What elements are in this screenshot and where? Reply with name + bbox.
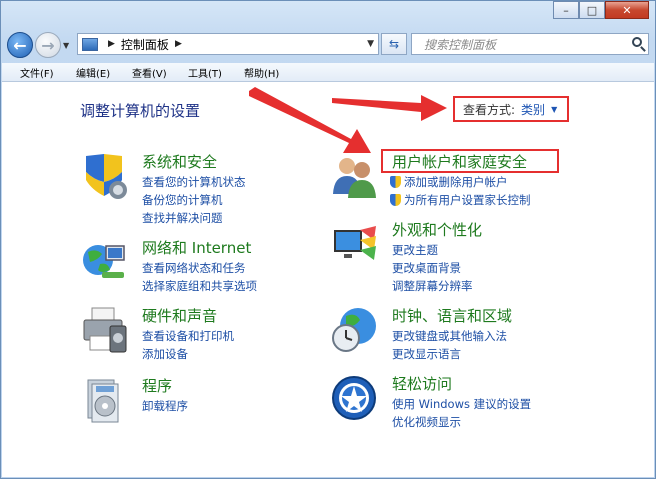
control-panel-icon: [82, 37, 98, 51]
accessibility-icon[interactable]: [330, 374, 378, 422]
users-icon[interactable]: [330, 152, 378, 200]
uac-shield-icon: [390, 176, 401, 188]
category-heading[interactable]: 外观和个性化: [392, 219, 482, 240]
category-link[interactable]: 使用 Windows 建议的设置: [392, 396, 531, 412]
address-dropdown-icon[interactable]: ▼: [367, 39, 374, 49]
caption-buttons: – □ ✕: [553, 1, 649, 19]
minimize-button[interactable]: –: [553, 1, 579, 19]
menu-help[interactable]: 帮助(H): [226, 65, 282, 80]
programs-icon[interactable]: [80, 376, 128, 424]
back-arrow-icon: ←: [13, 35, 27, 55]
category-link[interactable]: 添加或删除用户帐户: [390, 174, 508, 190]
breadcrumb-separator-icon[interactable]: ▶: [175, 39, 182, 49]
uac-shield-icon: [390, 194, 401, 206]
network-globe-icon[interactable]: [80, 238, 128, 286]
category-heading[interactable]: 轻松访问: [392, 373, 452, 394]
search-input[interactable]: 搜索控制面板: [411, 33, 649, 55]
category-heading[interactable]: 系统和安全: [142, 151, 217, 172]
category-link-text: 为所有用户设置家长控制: [404, 193, 531, 207]
category-link[interactable]: 调整屏幕分辨率: [392, 278, 473, 294]
category-link[interactable]: 备份您的计算机: [142, 192, 223, 208]
maximize-button[interactable]: □: [579, 1, 605, 19]
monitor-palette-icon[interactable]: [330, 220, 378, 268]
category-heading[interactable]: 硬件和声音: [142, 305, 217, 326]
page-title: 调整计算机的设置: [80, 102, 201, 120]
forward-button[interactable]: →: [35, 32, 61, 58]
category-link[interactable]: 查找并解决问题: [142, 210, 223, 226]
menu-edit[interactable]: 编辑(E): [58, 65, 114, 80]
category-link[interactable]: 查看网络状态和任务: [142, 260, 246, 276]
category-link-text: 添加或删除用户帐户: [404, 175, 508, 189]
category-link[interactable]: 添加设备: [142, 346, 188, 362]
view-by-dropdown-icon[interactable]: ▼: [551, 105, 557, 114]
category-link[interactable]: 查看设备和打印机: [142, 328, 234, 344]
clock-globe-icon[interactable]: [330, 306, 378, 354]
printer-icon[interactable]: [80, 306, 128, 354]
view-by-value[interactable]: 类别: [521, 101, 545, 118]
category-link[interactable]: 选择家庭组和共享选项: [142, 278, 257, 294]
category-link[interactable]: 查看您的计算机状态: [142, 174, 246, 190]
recent-pages-dropdown[interactable]: ▼: [63, 41, 75, 50]
user-accounts-highlight-box: [381, 149, 559, 173]
menu-view[interactable]: 查看(V): [114, 65, 170, 80]
breadcrumb-control-panel[interactable]: 控制面板: [121, 36, 169, 53]
refresh-icon: ⇆: [388, 37, 400, 51]
forward-arrow-icon: →: [41, 35, 55, 55]
category-link[interactable]: 优化视频显示: [392, 414, 461, 430]
category-heading[interactable]: 程序: [142, 375, 172, 396]
view-by-control[interactable]: 查看方式: 类别 ▼: [453, 96, 569, 122]
category-link[interactable]: 更改桌面背景: [392, 260, 461, 276]
content-pane: 调整计算机的设置 查看方式: 类别 ▼ 系统和安全 查看您的计算机状态 备份您的…: [2, 82, 654, 477]
search-placeholder: 搜索控制面板: [424, 37, 497, 52]
menu-file[interactable]: 文件(F): [2, 65, 58, 80]
shield-computer-icon[interactable]: [80, 152, 128, 200]
control-panel-window: – □ ✕ ← → ▼ ▶ 控制面板 ▶ ▼ ⇆ 搜索控制面板 文件(F) 编辑…: [0, 0, 656, 479]
close-button[interactable]: ✕: [605, 1, 649, 19]
refresh-button[interactable]: ⇆: [381, 33, 407, 55]
address-bar[interactable]: ▶ 控制面板 ▶ ▼: [77, 33, 379, 55]
search-icon[interactable]: [632, 37, 642, 47]
view-by-label: 查看方式:: [463, 102, 516, 117]
navigation-bar: ← → ▼ ▶ 控制面板 ▶ ▼ ⇆ 搜索控制面板: [7, 29, 649, 61]
category-link[interactable]: 卸载程序: [142, 398, 188, 414]
category-link[interactable]: 更改主题: [392, 242, 438, 258]
category-link[interactable]: 更改显示语言: [392, 346, 461, 362]
menu-tools[interactable]: 工具(T): [170, 65, 226, 80]
back-button[interactable]: ←: [7, 32, 33, 58]
category-link[interactable]: 更改键盘或其他输入法: [392, 328, 507, 344]
category-heading[interactable]: 网络和 Internet: [142, 237, 251, 258]
breadcrumb-separator-icon[interactable]: ▶: [108, 39, 115, 49]
category-link[interactable]: 为所有用户设置家长控制: [390, 192, 531, 208]
menu-bar: 文件(F) 编辑(E) 查看(V) 工具(T) 帮助(H): [2, 63, 654, 82]
category-heading[interactable]: 时钟、语言和区域: [392, 305, 512, 326]
